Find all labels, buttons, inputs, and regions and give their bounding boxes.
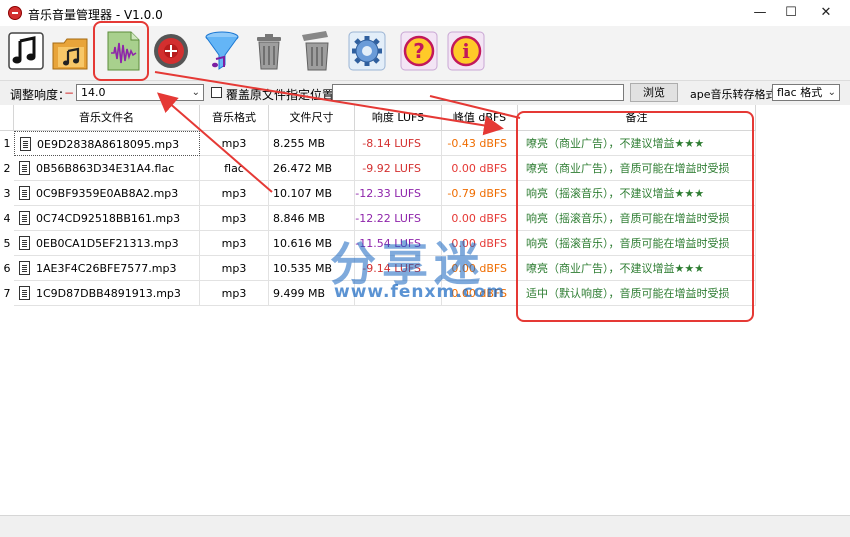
cell-lufs: -12.22 LUFS: [355, 206, 442, 231]
cell-dbfs: -0.79 dBFS: [442, 181, 518, 206]
audio-file-icon: [19, 236, 30, 250]
audio-file-icon: [19, 186, 30, 200]
cell-format: mp3: [200, 281, 269, 306]
cell-lufs: -12.33 LUFS: [355, 181, 442, 206]
close-button[interactable]: ✕: [808, 2, 844, 24]
row-number: 4: [3, 212, 11, 225]
cell-dbfs: 0.00 dBFS: [442, 206, 518, 231]
audio-file-icon: [20, 137, 31, 151]
cell-format: mp3: [200, 206, 269, 231]
record-button[interactable]: [151, 29, 191, 73]
maximize-button[interactable]: ☐: [773, 2, 809, 24]
trash-icon: [257, 34, 281, 70]
funnel-music-icon: [205, 31, 239, 70]
cell-filename[interactable]: 0C9BF9359E0AB8A2.mp3: [14, 181, 200, 206]
delete-button[interactable]: [249, 29, 289, 73]
question-icon: ?: [400, 31, 438, 71]
svg-text:i: i: [462, 39, 470, 63]
cell-filename[interactable]: 0EB0CA1D5EF21313.mp3: [14, 231, 200, 256]
cell-size: 8.846 MB: [269, 206, 355, 231]
audio-file-icon: [19, 211, 30, 225]
music-note-icon: [8, 32, 44, 70]
row-number: 3: [3, 187, 11, 200]
cell-dbfs: 0.00 dBFS: [442, 231, 518, 256]
cell-filename[interactable]: 0B56B863D34E31A4.flac: [14, 156, 200, 181]
overwrite-label: 覆盖原文件: [226, 88, 287, 102]
cell-dbfs: -0.43 dBFS: [442, 131, 518, 156]
row-number: 2: [3, 162, 11, 175]
loudness-select[interactable]: 14.0 ⌄: [76, 84, 204, 101]
convert-button[interactable]: [202, 29, 242, 73]
cell-filename[interactable]: 0E9D2838A8618095.mp3: [14, 131, 200, 156]
folder-music-icon: [52, 38, 88, 70]
note-column-highlight-box: [516, 111, 754, 322]
location-input[interactable]: [332, 84, 624, 101]
audio-file-icon: [19, 161, 30, 175]
cell-size: 8.255 MB: [269, 131, 355, 156]
format-value: flac 格式: [777, 86, 823, 99]
settings-button[interactable]: [347, 29, 387, 73]
cell-size: 10.535 MB: [269, 256, 355, 281]
cell-lufs: -11.54 LUFS: [355, 231, 442, 256]
cell-lufs: [355, 281, 442, 306]
cell-size: 26.472 MB: [269, 156, 355, 181]
row-number: 5: [3, 237, 11, 250]
options-row: 调整响度： − 14.0 ⌄ 覆盖原文件 指定位置 浏览 ape音乐转存格式 f…: [0, 80, 850, 106]
gear-icon: [348, 31, 386, 71]
cell-dbfs: 0.00 dBFS: [442, 256, 518, 281]
chevron-down-icon: ⌄: [191, 87, 200, 98]
about-button[interactable]: i: [446, 29, 486, 73]
help-button[interactable]: ?: [399, 29, 439, 73]
record-target-icon: [154, 34, 188, 68]
cell-filename[interactable]: 0C74CD92518BB161.mp3: [14, 206, 200, 231]
header-size[interactable]: 文件尺寸: [269, 105, 355, 131]
overwrite-checkbox[interactable]: [211, 87, 222, 98]
cell-dbfs: 0.00 dBFS: [442, 156, 518, 181]
cell-filename[interactable]: 1C9D87DBB4891913.mp3: [14, 281, 200, 306]
loudness-label: 调整响度：: [10, 88, 71, 102]
cell-format: mp3: [200, 181, 269, 206]
row-number: 1: [3, 137, 11, 150]
cell-lufs: -8.14 LUFS: [355, 131, 442, 156]
add-music-button[interactable]: [6, 29, 46, 73]
audio-file-icon: [19, 286, 30, 300]
minus-sign: −: [64, 86, 75, 100]
row-number-header: [0, 105, 14, 131]
header-lufs[interactable]: 响度 LUFS: [355, 105, 442, 131]
ape-format-label: ape音乐转存格式: [690, 88, 777, 101]
cell-dbfs: 0.00 dBFS: [442, 281, 518, 306]
clear-all-button[interactable]: [296, 29, 336, 73]
chevron-down-icon: ⌄: [827, 87, 836, 98]
info-icon: i: [447, 31, 485, 71]
row-number: 6: [3, 262, 11, 275]
cell-size: 10.107 MB: [269, 181, 355, 206]
cell-size: 9.499 MB: [269, 281, 355, 306]
header-format[interactable]: 音乐格式: [200, 105, 269, 131]
row-number: 7: [3, 287, 11, 300]
cell-filename[interactable]: 1AE3F4C26BFE7577.mp3: [14, 256, 200, 281]
status-bar: [0, 515, 850, 537]
cell-lufs: -9.14 LUFS: [355, 256, 442, 281]
app-icon: [8, 6, 22, 20]
header-filename[interactable]: 音乐文件名: [14, 105, 200, 131]
trash-full-icon: [302, 31, 329, 71]
svg-text:?: ?: [413, 39, 425, 63]
cell-format: mp3: [200, 256, 269, 281]
toolbar-highlight-box: [93, 21, 149, 81]
cell-size: 10.616 MB: [269, 231, 355, 256]
cell-lufs: -9.92 LUFS: [355, 156, 442, 181]
format-select[interactable]: flac 格式 ⌄: [772, 84, 840, 101]
location-label: 指定位置: [286, 88, 335, 102]
audio-file-icon: [19, 261, 30, 275]
cell-format: flac: [200, 156, 269, 181]
add-folder-button[interactable]: [50, 29, 90, 73]
header-dbfs[interactable]: 峰值 dBFS: [442, 105, 518, 131]
cell-format: mp3: [200, 231, 269, 256]
loudness-value: 14.0: [81, 86, 106, 99]
cell-format: mp3: [200, 131, 269, 156]
browse-button[interactable]: 浏览: [630, 83, 678, 102]
